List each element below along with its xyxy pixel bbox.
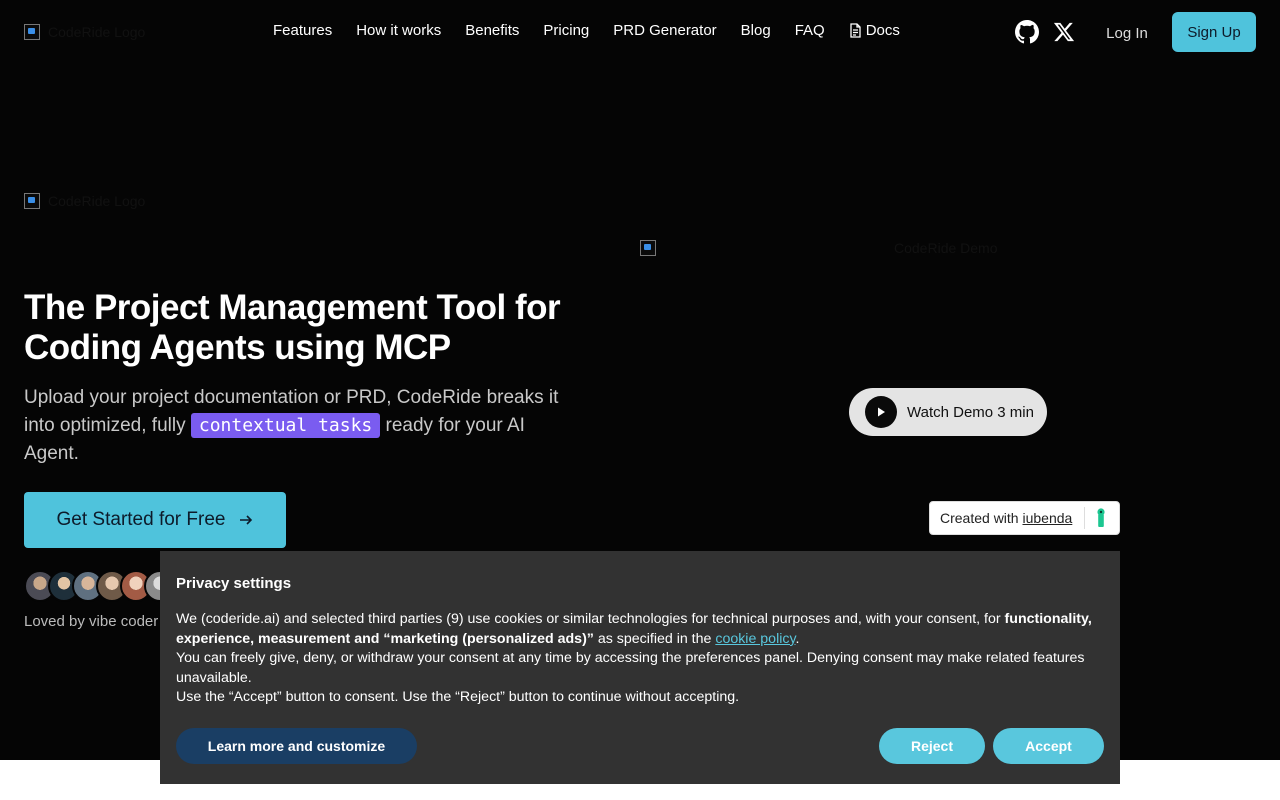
broken-image-icon (640, 240, 656, 256)
header-logo[interactable]: CodeRide Logo (24, 24, 145, 40)
arrow-right-icon (240, 515, 253, 525)
header-logo-alt: CodeRide Logo (48, 24, 146, 40)
demo-image: CodeRide Demo (640, 240, 998, 256)
cookie-paragraph-3: Use the “Accept” button to consent. Use … (176, 689, 740, 706)
demo-image-alt: CodeRide Demo (894, 240, 998, 256)
broken-image-icon (24, 24, 40, 40)
hero-subtitle: Upload your project documentation or PRD… (24, 384, 584, 468)
nav-docs[interactable]: Docs (837, 22, 912, 39)
broken-image-icon (24, 193, 40, 209)
nav-features[interactable]: Features (261, 22, 344, 39)
cookie-p1-middle: as specified in the (593, 630, 716, 647)
hero-logo-alt: CodeRide Logo (48, 193, 146, 209)
watch-demo-button[interactable]: Watch Demo 3 min (849, 388, 1047, 436)
cookie-title: Privacy settings (176, 575, 292, 592)
x-twitter-icon[interactable] (1053, 21, 1075, 43)
signup-button[interactable]: Sign Up (1172, 12, 1256, 52)
learn-more-button[interactable]: Learn more and customize (176, 728, 417, 764)
get-started-button[interactable]: Get Started for Free (24, 492, 286, 548)
nav-prd-generator[interactable]: PRD Generator (601, 22, 728, 39)
nav-blog[interactable]: Blog (729, 22, 783, 39)
hero-title: The Project Management Tool for Coding A… (24, 288, 561, 367)
get-started-label: Get Started for Free (56, 509, 226, 530)
cookie-policy-link[interactable]: cookie policy (715, 631, 795, 647)
play-icon (865, 396, 897, 428)
iubenda-keyhole-icon (1097, 508, 1105, 527)
cookie-banner: Privacy settings We (coderide.ai) and se… (160, 551, 1120, 784)
nav-how-it-works[interactable]: How it works (344, 22, 453, 39)
hero-logo: CodeRide Logo (24, 193, 145, 209)
social-links (1015, 20, 1075, 44)
cookie-paragraph-1: We (coderide.ai) and selected third part… (176, 610, 1104, 649)
reject-button[interactable]: Reject (879, 728, 985, 764)
badge-divider (1084, 507, 1086, 529)
cookie-p1-end: . (795, 630, 800, 647)
iubenda-badge-text: Created with iubenda (930, 510, 1072, 526)
cookie-body: We (coderide.ai) and selected third part… (176, 610, 1104, 708)
iubenda-badge[interactable]: Created with iubenda (929, 501, 1120, 535)
cookie-paragraph-2: You can freely give, deny, or withdraw y… (176, 650, 1085, 686)
github-icon[interactable] (1015, 20, 1039, 44)
cookie-p1-start: We (coderide.ai) and selected third part… (176, 611, 1005, 627)
iubenda-prefix: Created with (940, 510, 1023, 526)
accept-button[interactable]: Accept (993, 728, 1104, 764)
login-button[interactable]: Log In (1092, 14, 1162, 52)
main-nav: Features How it works Benefits Pricing P… (261, 22, 912, 39)
nav-benefits[interactable]: Benefits (453, 22, 531, 39)
nav-faq[interactable]: FAQ (783, 22, 837, 39)
loved-by-text: Loved by vibe coder (24, 613, 159, 630)
document-icon (850, 23, 861, 38)
iubenda-link[interactable]: iubenda (1022, 510, 1072, 526)
watch-demo-label: Watch Demo 3 min (907, 403, 1034, 421)
nav-docs-label: Docs (865, 22, 900, 39)
hero-subtitle-highlight: contextual tasks (190, 413, 381, 438)
user-avatars (24, 570, 176, 602)
site-header: CodeRide Logo Features How it works Bene… (0, 0, 1280, 64)
nav-pricing[interactable]: Pricing (531, 22, 601, 39)
